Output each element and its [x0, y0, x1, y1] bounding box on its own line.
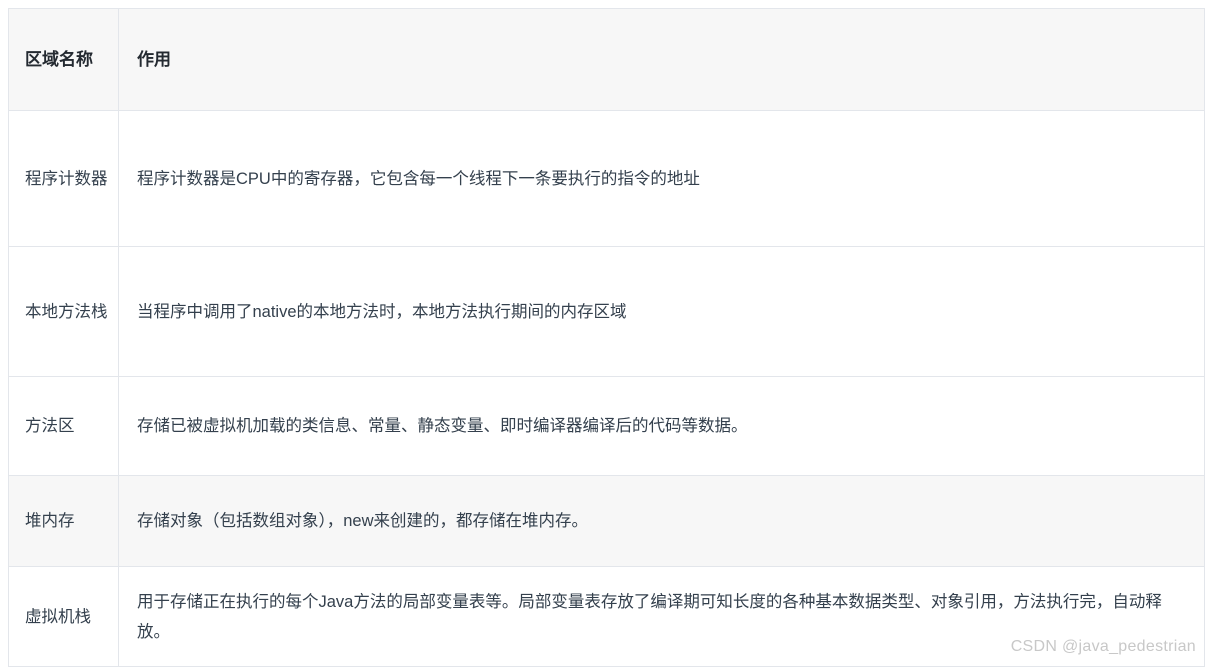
cell-area-name: 本地方法栈 [8, 246, 119, 377]
table-row: 堆内存 存储对象（包括数组对象），new来创建的，都存储在堆内存。 [8, 475, 1205, 567]
table-row: 程序计数器 程序计数器是CPU中的寄存器，它包含每一个线程下一条要执行的指令的地… [8, 110, 1205, 247]
table-row: 本地方法栈 当程序中调用了native的本地方法时，本地方法执行期间的内存区域 [8, 246, 1205, 377]
table-header-row: 区域名称 作用 [8, 8, 1205, 111]
cell-area-name: 虚拟机栈 [8, 566, 119, 667]
cell-purpose: 当程序中调用了native的本地方法时，本地方法执行期间的内存区域 [118, 246, 1205, 377]
cell-area-name: 程序计数器 [8, 110, 119, 247]
table-row: 虚拟机栈 用于存储正在执行的每个Java方法的局部变量表等。局部变量表存放了编译… [8, 566, 1205, 667]
table-row: 方法区 存储已被虚拟机加载的类信息、常量、静态变量、即时编译器编译后的代码等数据… [8, 376, 1205, 476]
cell-purpose: 用于存储正在执行的每个Java方法的局部变量表等。局部变量表存放了编译期可知长度… [118, 566, 1205, 667]
jvm-memory-areas-table-container: 区域名称 作用 程序计数器 程序计数器是CPU中的寄存器，它包含每一个线程下一条… [8, 8, 1205, 667]
jvm-memory-areas-table: 区域名称 作用 程序计数器 程序计数器是CPU中的寄存器，它包含每一个线程下一条… [8, 8, 1205, 667]
cell-area-name: 堆内存 [8, 475, 119, 567]
cell-purpose: 存储已被虚拟机加载的类信息、常量、静态变量、即时编译器编译后的代码等数据。 [118, 376, 1205, 476]
table-header: 区域名称 作用 [8, 8, 1205, 111]
cell-purpose: 存储对象（包括数组对象），new来创建的，都存储在堆内存。 [118, 475, 1205, 567]
table-body: 程序计数器 程序计数器是CPU中的寄存器，它包含每一个线程下一条要执行的指令的地… [8, 110, 1205, 667]
cell-purpose: 程序计数器是CPU中的寄存器，它包含每一个线程下一条要执行的指令的地址 [118, 110, 1205, 247]
column-header-purpose: 作用 [118, 8, 1205, 111]
cell-area-name: 方法区 [8, 376, 119, 476]
column-header-area-name: 区域名称 [8, 8, 119, 111]
